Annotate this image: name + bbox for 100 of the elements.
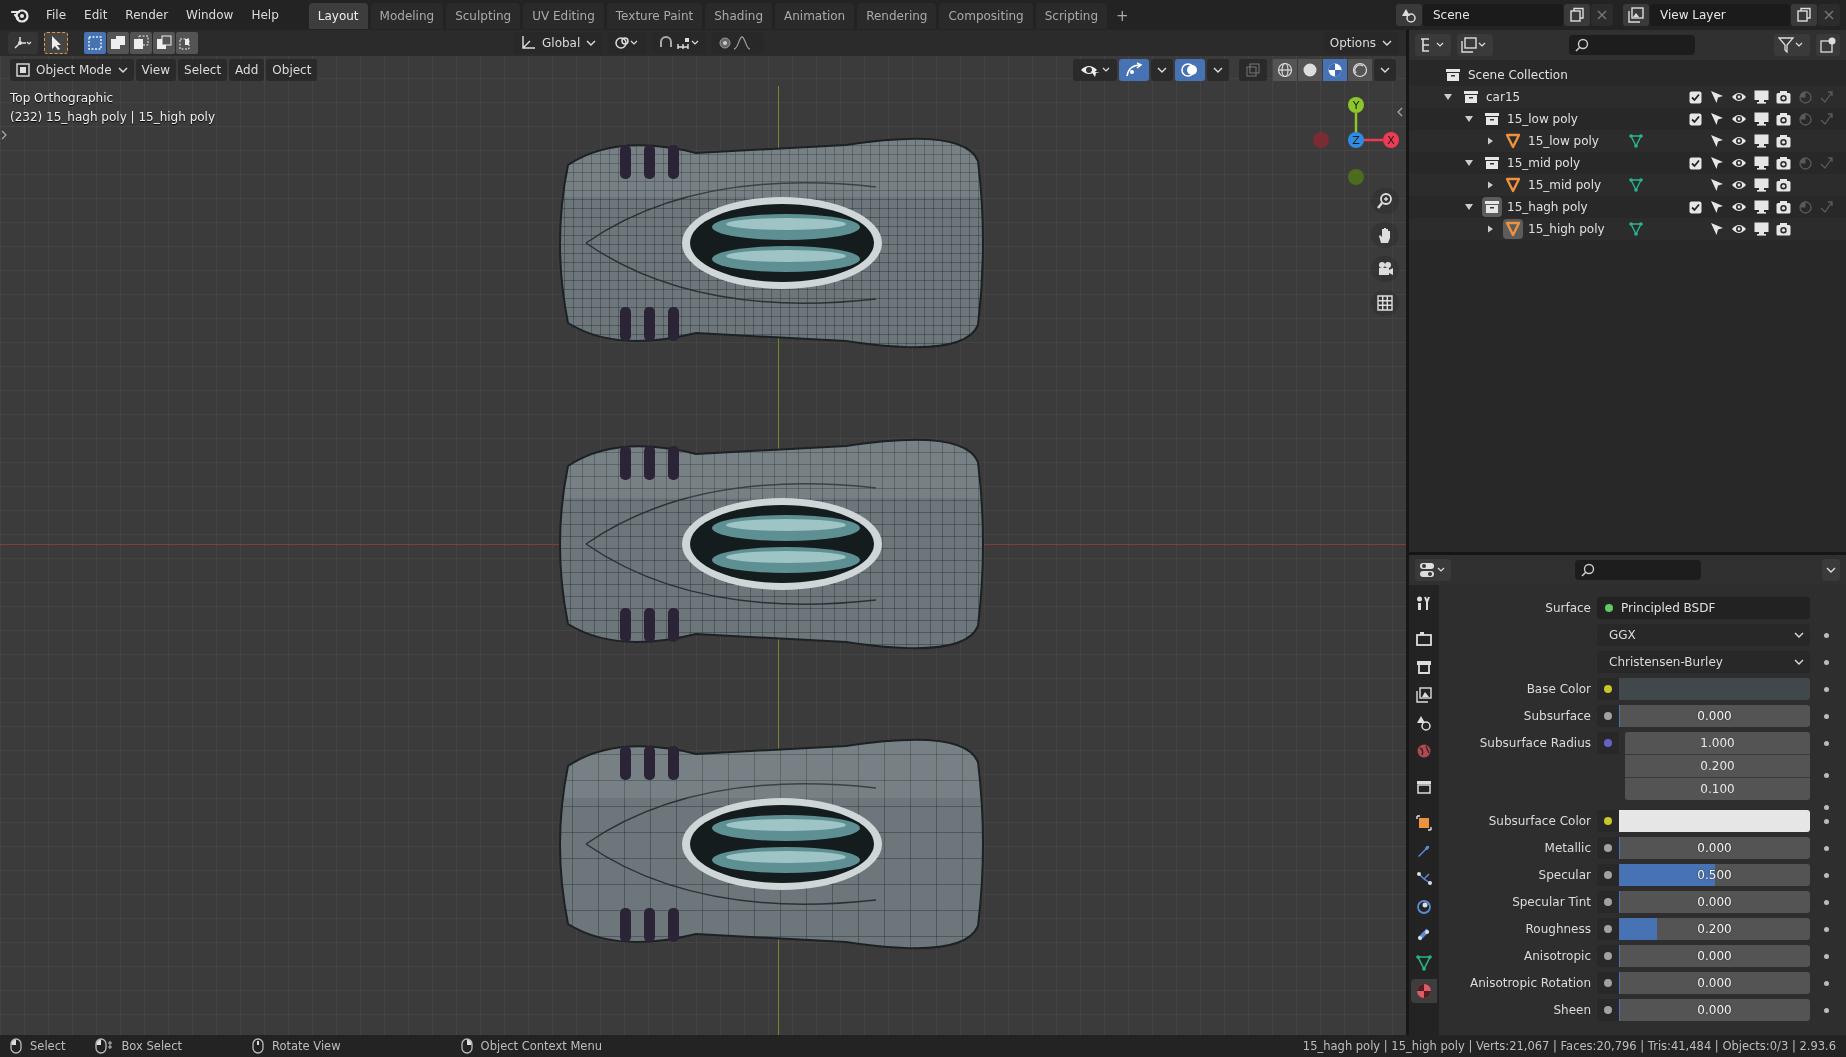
socket-button[interactable] — [1597, 837, 1619, 859]
value-slider[interactable]: 0.000 — [1619, 705, 1810, 727]
menu-item[interactable]: Add — [229, 59, 265, 81]
workspace-tab[interactable]: Compositing — [939, 3, 1033, 29]
cursor-icon[interactable] — [1710, 112, 1724, 126]
socket-button[interactable] — [1597, 864, 1619, 886]
camera-icon[interactable] — [1775, 112, 1791, 126]
camera-icon[interactable] — [1775, 90, 1791, 104]
outliner-item-label[interactable]: 15_high poly — [1528, 222, 1622, 236]
value-slider[interactable]: 0.000 — [1619, 891, 1810, 913]
copy-button[interactable] — [1791, 4, 1817, 26]
value-slider[interactable]: 0.000 — [1619, 999, 1810, 1021]
triangle-icon[interactable] — [1503, 131, 1523, 151]
keyframe-dot[interactable] — [1824, 819, 1829, 824]
keyframe-dot[interactable] — [1824, 846, 1829, 851]
monitor-icon[interactable] — [1753, 134, 1769, 148]
keyframe-dot[interactable] — [1824, 660, 1829, 665]
number-field[interactable]: 0.100 — [1625, 778, 1810, 800]
cursor-icon[interactable] — [1710, 222, 1724, 236]
keyframe-dot[interactable] — [1824, 927, 1829, 932]
shading-mode-button[interactable] — [1298, 59, 1322, 81]
chevron-button[interactable] — [1822, 559, 1840, 581]
monitor-icon[interactable] — [1753, 112, 1769, 126]
z-axis-handle[interactable]: Z — [1348, 132, 1364, 148]
mode-dropdown[interactable]: Object Mode — [10, 59, 134, 81]
checkbox[interactable] — [1688, 200, 1702, 214]
camera-icon[interactable] — [1775, 222, 1791, 236]
workspace-tab[interactable]: Sculpting — [446, 3, 521, 29]
keyframe-dot[interactable] — [1824, 981, 1829, 986]
options-dropdown[interactable]: Options — [1323, 32, 1398, 54]
keyframe-dot[interactable] — [1824, 805, 1829, 810]
monitor-icon[interactable] — [1753, 200, 1769, 214]
menu-item[interactable]: Edit — [76, 4, 116, 26]
shading-mode-button[interactable] — [1273, 59, 1297, 81]
value-slider[interactable]: 0.200 — [1619, 918, 1810, 940]
close-button[interactable] — [1818, 4, 1840, 26]
eye-icon[interactable] — [1731, 201, 1747, 213]
keyframe-dot[interactable] — [1824, 714, 1829, 719]
value-slider[interactable]: 0.000 — [1619, 945, 1810, 967]
socket-button[interactable] — [1597, 705, 1619, 727]
socket-button[interactable] — [1597, 945, 1619, 967]
expand-arrow-icon[interactable] — [1485, 224, 1495, 234]
eye-icon[interactable] — [1731, 223, 1747, 235]
keyframe-dot[interactable] — [1824, 741, 1829, 746]
workspace-tab[interactable]: Scripting — [1035, 3, 1108, 29]
workspace-tab[interactable]: Texture Paint — [606, 3, 703, 29]
close-button[interactable] — [1591, 4, 1613, 26]
socket-button[interactable] — [1597, 918, 1619, 940]
view-layer-name-field[interactable]: View Layer — [1650, 4, 1790, 26]
shading-mode-button[interactable] — [1348, 59, 1372, 81]
checkbox[interactable] — [1688, 90, 1702, 104]
checkbox[interactable] — [1688, 156, 1702, 170]
outliner-item-label[interactable]: car15 — [1486, 90, 1580, 104]
cursor-icon[interactable] — [1710, 200, 1724, 214]
selection-mode-button[interactable] — [176, 32, 198, 54]
camera-icon[interactable] — [1775, 200, 1791, 214]
keyframe-dot[interactable] — [1824, 773, 1829, 778]
monitor-icon[interactable] — [1753, 90, 1769, 104]
filter-button[interactable] — [1774, 34, 1810, 56]
projection-button[interactable] — [1371, 290, 1399, 316]
triangle-icon[interactable] — [1503, 219, 1523, 239]
cursor-icon[interactable] — [1710, 90, 1724, 104]
color-swatch[interactable] — [1619, 810, 1810, 832]
camera-icon[interactable] — [1775, 134, 1791, 148]
expand-arrow-icon[interactable] — [1464, 158, 1474, 168]
cursor-icon[interactable] — [1710, 134, 1724, 148]
outliner-item-label[interactable]: 15_mid poly — [1528, 178, 1622, 192]
value-slider[interactable]: 0.500 — [1619, 864, 1810, 886]
eye-icon[interactable] — [1731, 135, 1747, 147]
selection-mode-button[interactable] — [130, 32, 152, 54]
monitor-icon[interactable] — [1753, 178, 1769, 192]
outliner-item-label[interactable]: 15_low poly — [1507, 112, 1601, 126]
box-icon[interactable] — [1482, 197, 1502, 217]
outliner-item-label[interactable]: 15_low poly — [1528, 134, 1622, 148]
eye-icon[interactable] — [1731, 179, 1747, 191]
view-layer-type-button[interactable] — [1623, 4, 1649, 26]
overlay-toggle-button[interactable] — [1175, 59, 1205, 81]
selection-mode-button[interactable] — [107, 32, 129, 54]
number-field[interactable]: 1.000 — [1625, 732, 1810, 755]
menu-item[interactable]: Window — [178, 4, 242, 26]
scene-name-field[interactable]: Scene — [1423, 4, 1563, 26]
socket-button[interactable] — [1597, 678, 1619, 700]
axis-handle[interactable] — [1313, 132, 1329, 148]
expand-arrow-icon[interactable] — [1485, 180, 1495, 190]
triangle-icon[interactable] — [1503, 175, 1523, 195]
visibility-dropdown[interactable] — [1073, 59, 1117, 81]
zoom-button[interactable] — [1371, 188, 1399, 214]
keyframe-dot[interactable] — [1824, 1008, 1829, 1013]
checkbox[interactable] — [1688, 112, 1702, 126]
menu-item[interactable]: Select — [178, 59, 228, 81]
socket-button[interactable] — [1597, 810, 1619, 832]
editor-type-button[interactable] — [1415, 559, 1451, 581]
editor-type-button[interactable] — [8, 32, 38, 54]
workspace-tab[interactable]: Layout — [308, 3, 368, 29]
cursor-icon[interactable] — [1710, 178, 1724, 192]
value-slider[interactable]: 0.000 — [1619, 972, 1810, 994]
chevron-left-icon[interactable] — [1397, 107, 1403, 117]
keyframe-dot[interactable] — [1824, 873, 1829, 878]
socket-button[interactable] — [1597, 972, 1619, 994]
scene-type-button[interactable] — [1396, 4, 1422, 26]
